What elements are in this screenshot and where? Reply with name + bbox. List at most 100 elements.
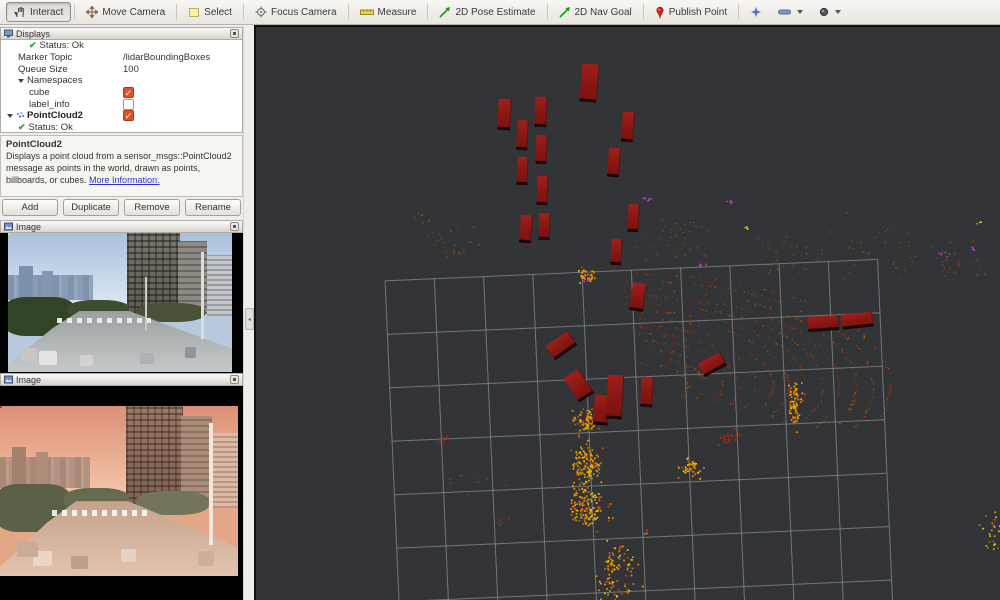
toolbar-separator [427,4,428,20]
image-icon [4,222,13,231]
lidar-bounding-box [534,97,547,127]
close-icon[interactable] [230,375,239,384]
detection-box [8,233,10,235]
more-information-link[interactable]: More Information. [89,175,160,185]
displays-panel-titlebar: Displays [0,27,243,40]
description-title: PointCloud2 [6,139,62,150]
camera-image-2 [0,386,243,600]
lidar-bounding-box [640,377,654,408]
collapse-handle-icon[interactable]: ◂ [245,308,254,330]
tool-focus-camera[interactable]: Focus Camera [247,2,345,22]
monitor-icon [4,29,13,38]
lidar-bounding-box [535,135,547,164]
tree-row-status-ok[interactable]: ✔Status: Ok [1,122,242,133]
toolbar-separator [176,4,177,20]
tool-2d-nav-goal[interactable]: 2D Nav Goal [551,2,640,22]
lidar-bounding-box [621,112,635,143]
lidar-bounding-box [516,120,529,151]
lidar-bounding-box [841,311,873,329]
tree-row-queue-size[interactable]: Queue Size100 [1,63,242,75]
lidar-bounding-box [808,315,840,332]
nav-arrow-icon [559,6,571,18]
dot-icon [819,7,829,17]
pin-icon [655,6,665,19]
displays-panel-title: Displays [16,29,50,39]
tool-plus-icon[interactable] [742,2,770,22]
checkbox-label_info[interactable] [123,99,134,110]
chevron-down-icon [835,10,841,14]
tool-interact[interactable]: Interact [6,2,71,22]
remove-button[interactable]: Remove [124,199,180,216]
axis-y-marker [643,533,648,535]
plus-icon [750,6,762,18]
display-description: PointCloud2 Displays a point cloud from … [0,135,243,197]
lidar-bounding-box [610,239,622,266]
camera-image-1: carcarcarcarcarcarcarcarcarcarcarcarcarc… [0,233,243,373]
tool-dash-icon[interactable] [770,2,811,22]
lidar-bounding-box [606,375,624,420]
lidar-bounding-box [519,215,533,244]
camera-photo-tinted [0,406,238,576]
image2-panel-titlebar: Image [0,373,243,386]
axis-x-marker [646,529,648,533]
image1-panel-titlebar: Image [0,220,243,233]
displays-tree[interactable]: ✔Status: OkMarker Topic/lidarBoundingBox… [0,40,243,133]
tool-move-camera[interactable]: Move Camera [78,2,173,22]
select-icon [188,6,200,18]
tree-row-namespaces[interactable]: Namespaces [1,75,242,87]
tool-dot-icon[interactable] [811,2,849,22]
lidar-points [414,197,1000,600]
lidar-bounding-box [627,204,639,233]
tree-row-label-info[interactable]: label_info [1,98,242,110]
hand-icon [14,6,26,18]
duplicate-button[interactable]: Duplicate [63,199,119,216]
tool-2d-pose-estimate[interactable]: 2D Pose Estimate [431,2,543,22]
image2-panel-title: Image [16,375,41,385]
rename-button[interactable]: Rename [185,199,241,216]
toolbar-separator [738,4,739,20]
status-ok-icon: ✔ [29,40,37,51]
focus-icon [255,6,267,18]
tree-row-pointcloud2[interactable]: PointCloud2 [1,110,242,122]
toolbar-separator [547,4,548,20]
panel-splitter[interactable]: ◂ [243,25,254,600]
detection-box [0,406,2,408]
lidar-bounding-box [497,99,512,131]
lidar-bounding-box [539,213,551,240]
tree-row-cube[interactable]: cube [1,87,242,99]
close-icon[interactable] [230,222,239,231]
tree-row-status-ok[interactable]: ✔Status: Ok [1,40,242,52]
status-ok-icon: ✔ [18,122,26,133]
camera-photo-day: carcarcarcarcarcarcarcarcarcarcarcarcarc… [8,233,232,372]
image-icon [4,375,13,384]
toolbar-separator [74,4,75,20]
checkbox-cube[interactable] [123,87,134,98]
render-viewport-3d[interactable] [254,25,1000,600]
tool-measure[interactable]: Measure [352,2,425,22]
lidar-bounding-box [517,157,529,185]
toolbar-separator [643,4,644,20]
checkbox-PointCloud2[interactable] [123,110,134,121]
toolbar-separator [348,4,349,20]
lidar-bounding-box [579,63,599,102]
expander-icon[interactable] [18,79,24,83]
toolbar-separator [243,4,244,20]
pose-arrow-icon [439,6,451,18]
tool-publish-point[interactable]: Publish Point [647,2,735,22]
tree-row-marker-topic[interactable]: Marker Topic/lidarBoundingBoxes [1,52,242,64]
close-icon[interactable] [230,29,239,38]
dash-icon [778,8,791,16]
lidar-bounding-box [607,148,621,178]
toolbar: Interact Move Camera Select Focus Camera Mea… [0,0,1000,25]
displays-action-buttons: Add Duplicate Remove Rename [0,199,243,217]
pointcloud2-icon [16,111,25,120]
lidar-bounding-box [536,176,548,205]
image1-panel-title: Image [16,222,41,232]
tool-select[interactable]: Select [180,2,240,22]
move-icon [86,6,98,18]
chevron-down-icon [797,10,803,14]
expander-icon[interactable] [7,114,13,118]
rviz-window: Interact Move Camera Select Focus Camera Mea… [0,0,1000,600]
add-button[interactable]: Add [2,199,58,216]
measure-icon [360,7,374,17]
